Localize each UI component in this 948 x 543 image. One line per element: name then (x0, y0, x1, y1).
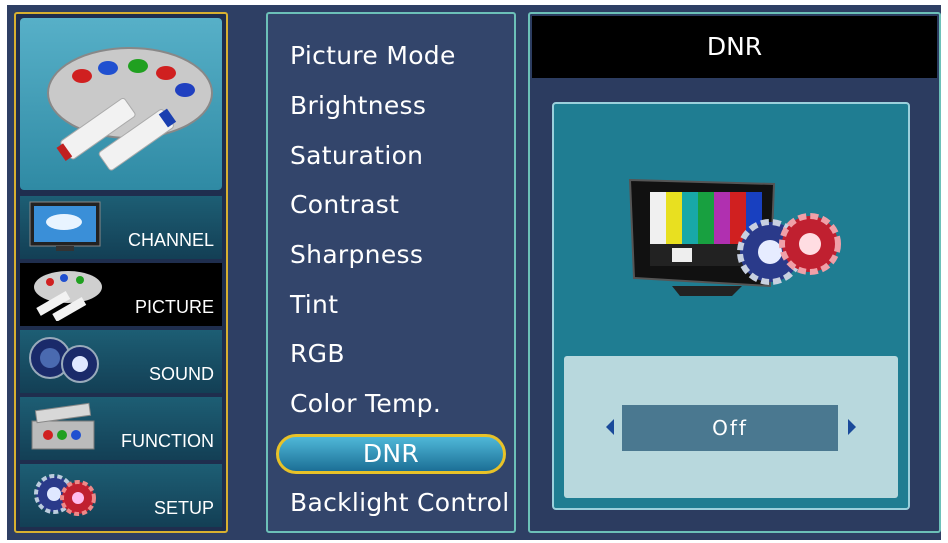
menu-item-dnr[interactable]: DNR (276, 434, 506, 474)
nav-item-channel[interactable]: CHANNEL (20, 196, 222, 259)
menu-item-tint[interactable]: Tint (290, 285, 338, 325)
menu-item-color-temp[interactable]: Color Temp. (290, 384, 441, 424)
arrow-left-icon[interactable] (606, 419, 614, 435)
nav-item-label: CHANNEL (127, 230, 214, 250)
setting-detail-panel: DNR Off (528, 12, 941, 533)
nav-item-label: PICTURE (134, 297, 214, 317)
menu-item-rgb[interactable]: RGB (290, 334, 345, 374)
monitor-gears-icon (628, 178, 841, 296)
gears-icon (34, 474, 96, 516)
dnr-value[interactable]: Off (622, 405, 838, 451)
menu-item-brightness[interactable]: Brightness (290, 86, 426, 126)
menu-item-contrast[interactable]: Contrast (290, 185, 399, 225)
nav-item-function[interactable]: FUNCTION (20, 397, 222, 460)
nav-item-label: SETUP (153, 498, 214, 518)
picture-settings-menu: Picture Mode Brightness Saturation Contr… (266, 12, 516, 533)
palette-icon (34, 271, 102, 321)
picture-hero-image (20, 18, 222, 190)
arrow-right-icon[interactable] (848, 419, 856, 435)
speaker-icon (29, 337, 99, 383)
menu-item-saturation[interactable]: Saturation (290, 136, 423, 176)
value-selector: Off (564, 356, 898, 498)
main-category-nav: CHANNEL PICTURE SOUND FUNCTION SETUP (14, 12, 228, 533)
nav-item-picture[interactable]: PICTURE (20, 263, 222, 326)
menu-item-sharpness[interactable]: Sharpness (290, 235, 423, 275)
nav-item-setup[interactable]: SETUP (20, 464, 222, 527)
menu-item-backlight-control[interactable]: Backlight Control (290, 483, 510, 523)
panel-title: DNR (532, 16, 937, 78)
menu-item-picture-mode[interactable]: Picture Mode (290, 36, 456, 76)
setting-preview-area: Off (552, 102, 910, 510)
tv-icon (29, 201, 101, 251)
nav-item-label: SOUND (148, 364, 214, 384)
toolbox-icon (31, 402, 95, 450)
nav-item-sound[interactable]: SOUND (20, 330, 222, 393)
nav-item-label: FUNCTION (121, 431, 214, 451)
palette-hero-icon (47, 47, 213, 171)
